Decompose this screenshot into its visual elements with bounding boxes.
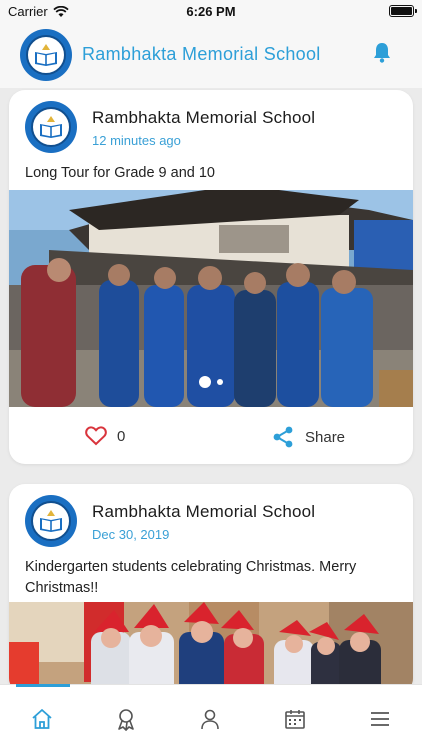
carousel-dots[interactable] [9, 376, 413, 388]
christmas-photo [9, 602, 413, 694]
like-count: 0 [117, 427, 126, 445]
status-bar: Carrier 6:26 PM [0, 0, 422, 22]
share-icon [273, 426, 293, 448]
calendar-icon[interactable] [283, 707, 307, 731]
post-text: Long Tour for Grade 9 and 10 [25, 165, 215, 181]
book-icon [35, 44, 57, 66]
school-logo [20, 29, 72, 81]
home-icon[interactable] [30, 707, 54, 731]
post-timestamp: Dec 30, 2019 [92, 527, 170, 542]
bell-icon[interactable] [372, 41, 392, 63]
clock: 6:26 PM [186, 4, 236, 19]
like-button[interactable]: 0 [85, 426, 125, 446]
post-author[interactable]: Rambhakta Memorial School [92, 502, 315, 522]
battery-icon [389, 5, 417, 17]
book-icon [40, 510, 62, 532]
post-timestamp: 12 minutes ago [92, 133, 181, 148]
heart-icon [85, 426, 107, 446]
menu-icon[interactable] [368, 707, 392, 731]
tour-photo [9, 190, 413, 407]
post-card: Rambhakta Memorial School Dec 30, 2019 K… [9, 484, 413, 694]
post-photo[interactable] [9, 190, 413, 407]
post-author-avatar[interactable] [25, 495, 77, 547]
carousel-dot[interactable] [217, 379, 223, 385]
carousel-dot-active[interactable] [199, 376, 211, 388]
post-author-avatar[interactable] [25, 101, 77, 153]
book-icon [40, 116, 62, 138]
page-title: Rambhakta Memorial School [82, 44, 321, 64]
post-author[interactable]: Rambhakta Memorial School [92, 108, 315, 128]
share-label: Share [305, 428, 346, 446]
post-photo[interactable] [9, 602, 413, 694]
share-button[interactable]: Share [273, 426, 345, 448]
user-icon[interactable] [198, 707, 222, 731]
post-actions: 0 Share [9, 412, 413, 464]
logo-badge [20, 29, 72, 81]
award-icon[interactable] [114, 707, 138, 731]
active-tab-indicator [16, 684, 70, 687]
app-header: Rambhakta Memorial School [0, 22, 422, 88]
bottom-nav [0, 684, 422, 750]
post-card: Rambhakta Memorial School 12 minutes ago… [9, 90, 413, 464]
post-text: Kindergarten students celebrating Christ… [25, 559, 357, 596]
